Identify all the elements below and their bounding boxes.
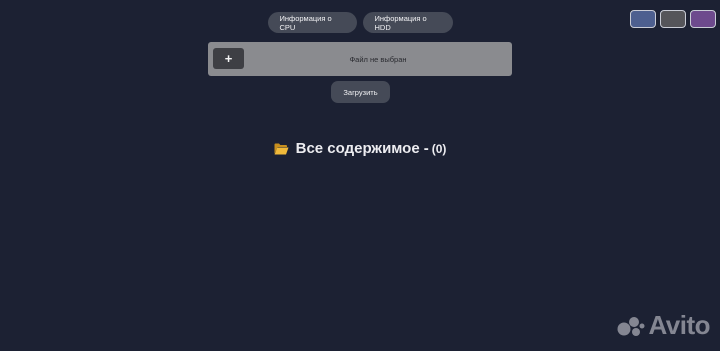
- title-separator: -: [423, 140, 429, 157]
- avito-watermark-text: Avito: [648, 310, 710, 340]
- cpu-info-button[interactable]: Информация о CPU: [267, 12, 357, 33]
- upload-button[interactable]: Загрузить: [331, 81, 390, 103]
- avito-logo-icon: [617, 316, 645, 336]
- file-count: (0): [431, 141, 447, 156]
- top-nav: Информация о CPU Информация о HDD: [0, 12, 720, 33]
- theme-switcher: [630, 10, 716, 28]
- theme-swatch-gray[interactable]: [660, 10, 686, 28]
- file-upload-field[interactable]: + Файл не выбран: [208, 42, 512, 76]
- file-status-text: Файл не выбран: [349, 54, 407, 64]
- hdd-info-button[interactable]: Информация о HDD: [362, 12, 453, 33]
- content-heading: Все содержимое - (0): [0, 140, 720, 157]
- avito-watermark: Avito: [617, 310, 710, 341]
- open-folder-icon: [274, 143, 289, 154]
- theme-swatch-blue[interactable]: [630, 10, 656, 28]
- content-title: Все содержимое: [295, 140, 420, 157]
- choose-file-button[interactable]: +: [213, 48, 244, 69]
- theme-swatch-purple[interactable]: [690, 10, 716, 28]
